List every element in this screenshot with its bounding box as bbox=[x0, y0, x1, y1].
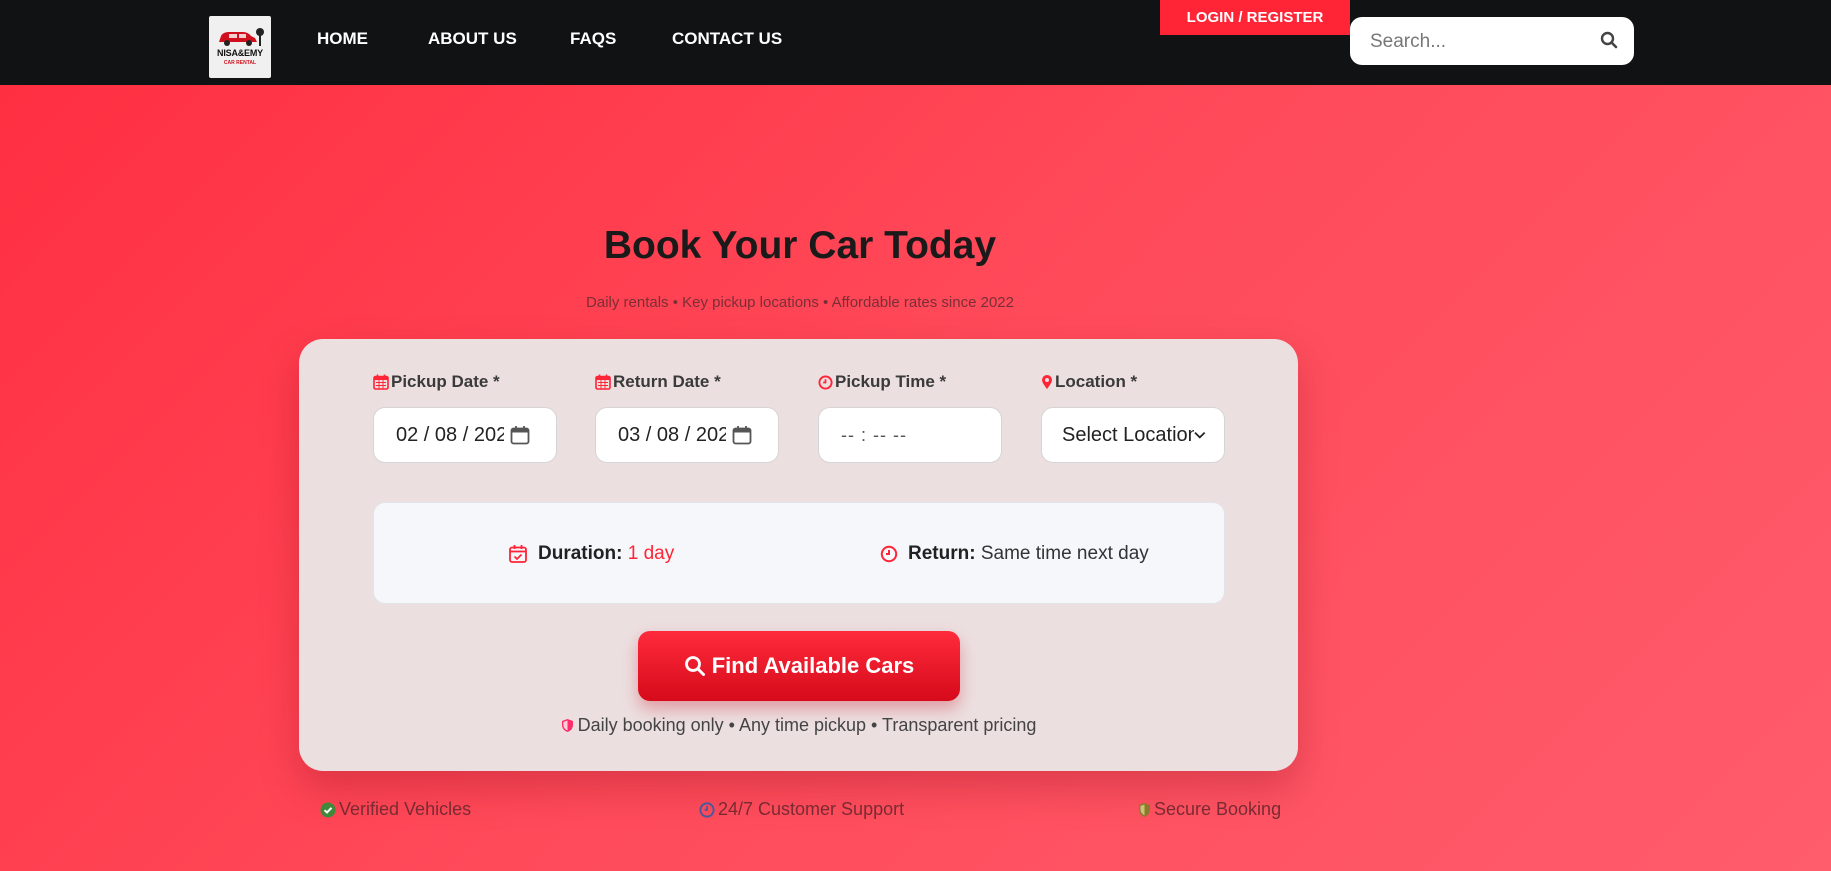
nav-faqs[interactable]: FAQS bbox=[570, 29, 616, 49]
search-box bbox=[1350, 17, 1634, 65]
return-label: Return: bbox=[908, 543, 976, 564]
car-logo-icon bbox=[219, 28, 264, 46]
date-picker-icon[interactable] bbox=[510, 425, 530, 445]
map-pin-icon bbox=[1042, 375, 1052, 389]
find-available-cars-label: Find Available Cars bbox=[711, 653, 915, 678]
return-value: Same time next day bbox=[980, 543, 1149, 564]
booking-form-card: Pickup Date * 02 / 08 / 2026 Return Date… bbox=[299, 339, 1298, 771]
pickup-time-value: -- : -- -- bbox=[841, 424, 907, 445]
pickup-date-field: Pickup Date * 02 / 08 / 2026 bbox=[373, 371, 557, 463]
return-date-value: 03 / 08 / 2026 bbox=[618, 423, 726, 446]
login-register-button[interactable]: LOGIN / REGISTER bbox=[1160, 0, 1350, 35]
location-selected-value: Select Location bbox=[1062, 423, 1195, 446]
check-circle-icon bbox=[320, 802, 336, 817]
search-icon bbox=[684, 656, 705, 676]
return-date-field: Return Date * 03 / 08 / 2026 bbox=[595, 371, 779, 463]
location-select[interactable]: Select Location bbox=[1041, 407, 1225, 463]
shield-icon bbox=[561, 719, 573, 732]
calendar-icon bbox=[595, 374, 611, 390]
return-date-label: Return Date * bbox=[613, 372, 721, 391]
date-picker-icon[interactable] bbox=[732, 425, 752, 445]
duration-value: 1 day bbox=[627, 543, 675, 564]
brand-name: NISA&EMY bbox=[217, 48, 263, 58]
duration-label: Duration: bbox=[538, 543, 623, 564]
page-title: Book Your Car Today bbox=[603, 224, 997, 267]
clock-icon bbox=[699, 801, 715, 818]
nav-home[interactable]: HOME bbox=[317, 29, 368, 49]
nav-about-us[interactable]: ABOUT US bbox=[428, 29, 517, 49]
location-label: Location * bbox=[1055, 372, 1138, 391]
badge-verified-vehicles: Verified Vehicles bbox=[320, 799, 471, 820]
badge-customer-support: 24/7 Customer Support bbox=[699, 799, 904, 820]
badge-support-label: 24/7 Customer Support bbox=[718, 799, 905, 819]
clock-icon bbox=[818, 374, 833, 390]
find-available-cars-button[interactable]: Find Available Cars bbox=[638, 631, 960, 701]
search-icon[interactable] bbox=[1600, 31, 1618, 49]
pickup-date-value: 02 / 08 / 2026 bbox=[396, 423, 504, 446]
pickup-date-label: Pickup Date * bbox=[391, 372, 500, 391]
pickup-date-input[interactable]: 02 / 08 / 2026 bbox=[373, 407, 557, 463]
return-date-input[interactable]: 03 / 08 / 2026 bbox=[595, 407, 779, 463]
brand-tagline: CAR RENTAL bbox=[223, 60, 257, 66]
pickup-time-label: Pickup Time * bbox=[835, 372, 947, 391]
clock-icon bbox=[880, 545, 898, 563]
pickup-time-input[interactable]: -- : -- -- bbox=[818, 407, 1002, 463]
duration-summary: Duration: 1 day bbox=[508, 543, 674, 565]
calendar-check-icon bbox=[509, 545, 527, 563]
booking-notes-text: Daily booking only • Any time pickup • T… bbox=[577, 715, 1037, 735]
pickup-time-field: Pickup Time * -- : -- -- bbox=[818, 371, 1002, 463]
badge-verified-label: Verified Vehicles bbox=[339, 799, 472, 819]
booking-summary: Duration: 1 day Return: Same time next d… bbox=[373, 502, 1225, 604]
return-summary: Return: Same time next day bbox=[880, 543, 1149, 565]
calendar-icon bbox=[373, 374, 389, 390]
badge-secure-label: Secure Booking bbox=[1154, 799, 1282, 819]
booking-notes: Daily booking only • Any time pickup • T… bbox=[299, 715, 1298, 736]
nav-contact-us[interactable]: CONTACT US bbox=[672, 29, 782, 49]
search-input[interactable] bbox=[1368, 26, 1592, 58]
shield-icon bbox=[1139, 802, 1150, 817]
top-navbar: NISA&EMY CAR RENTAL HOME ABOUT US FAQS C… bbox=[0, 0, 1831, 85]
chevron-down-icon bbox=[1194, 431, 1206, 439]
brand-logo[interactable]: NISA&EMY CAR RENTAL bbox=[209, 16, 271, 78]
badge-secure-booking: Secure Booking bbox=[1138, 799, 1281, 820]
page-subtitle: Daily rentals • Key pickup locations • A… bbox=[586, 294, 1014, 311]
location-field: Location * Select Location bbox=[1041, 371, 1225, 463]
